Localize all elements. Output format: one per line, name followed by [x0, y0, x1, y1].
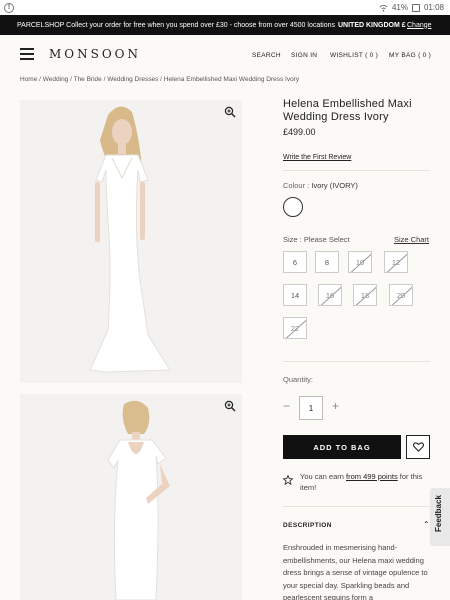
wifi-icon [379, 4, 388, 12]
feedback-tab[interactable]: Feedback [430, 488, 450, 546]
divider [283, 361, 430, 362]
product-image-back[interactable] [20, 394, 242, 600]
size-option-unavailable[interactable]: 12 [384, 251, 408, 273]
quantity-increase-button[interactable]: + [332, 399, 339, 413]
size-option-label: 10 [355, 257, 365, 267]
size-option-label: 20 [396, 290, 406, 300]
points-link[interactable]: from 499 points [346, 472, 398, 481]
size-option-unavailable[interactable]: 16 [318, 284, 342, 306]
nav-bag[interactable]: MY BAG ( 0 ) [389, 52, 431, 59]
nav-wishlist[interactable]: WISHLIST ( 0 ) [330, 52, 378, 59]
size-option[interactable]: 6 [283, 251, 307, 273]
site-logo[interactable]: MONSOON [49, 47, 141, 61]
dress-back-illustration [20, 394, 242, 600]
status-bar: ! 41% 01:08 [0, 0, 450, 16]
nav-search[interactable]: SEARCH [252, 52, 281, 59]
write-review-link[interactable]: Write the First Review [283, 154, 351, 161]
battery-level: 41% [391, 3, 408, 12]
description-heading[interactable]: DESCRIPTION [283, 522, 332, 529]
size-option[interactable]: 14 [283, 284, 307, 306]
colour-label: Colour : Ivory (IVORY) [283, 181, 358, 190]
divider [283, 170, 430, 171]
zoom-icon[interactable] [224, 106, 236, 118]
size-option-label: 6 [292, 257, 298, 267]
promo-bar[interactable]: PARCELSHOP Collect your order for free w… [0, 15, 450, 35]
quantity-decrease-button[interactable]: − [283, 399, 290, 413]
loyalty-points-text: You can earn from 499 points for this it… [300, 471, 430, 493]
menu-icon[interactable] [20, 48, 34, 60]
size-option-unavailable[interactable]: 10 [348, 251, 372, 273]
change-country-link[interactable]: Change [407, 22, 432, 29]
description-text: Enshrouded in mesmerising hand-embellish… [283, 543, 428, 600]
size-option-unavailable[interactable]: 22 [283, 317, 307, 339]
points-text-pre: You can earn [300, 472, 347, 481]
dress-front-illustration [20, 100, 242, 383]
add-to-wishlist-button[interactable] [406, 435, 430, 459]
status-right: 41% 01:08 [379, 3, 444, 12]
divider [283, 506, 430, 507]
size-option-label: 22 [290, 323, 300, 333]
clock: 01:08 [423, 3, 444, 12]
quantity-label: Quantity: [283, 375, 314, 384]
size-option-label: 12 [391, 257, 401, 267]
battery-icon [411, 3, 420, 12]
star-icon [283, 475, 293, 485]
zoom-icon[interactable] [224, 400, 236, 412]
size-option-unavailable[interactable]: 18 [353, 284, 377, 306]
country-selector[interactable]: UNITED KINGDOM £ [338, 22, 406, 29]
nav-signin[interactable]: SIGN IN [291, 52, 317, 59]
size-option-unavailable[interactable]: 20 [389, 284, 413, 306]
product-title: Helena Embellished Maxi Wedding Dress Iv… [283, 98, 412, 123]
colour-value: Ivory (IVORY) [311, 181, 358, 190]
alert-icon: ! [4, 3, 14, 13]
size-option-label: 18 [360, 290, 370, 300]
size-option[interactable]: 8 [315, 251, 339, 273]
breadcrumb[interactable]: Home / Wedding / The Bride / Wedding Dre… [20, 76, 299, 83]
product-price: £499.00 [283, 127, 316, 137]
size-option-label: 8 [324, 257, 330, 267]
size-option-label: 14 [290, 290, 300, 300]
feedback-label: Feedback [434, 495, 443, 532]
colour-label-text: Colour : [283, 181, 310, 190]
size-option-label: 16 [325, 290, 335, 300]
heart-icon [412, 442, 424, 452]
promo-text[interactable]: PARCELSHOP Collect your order for free w… [17, 22, 335, 29]
caret-up-icon[interactable]: ⌃ [423, 520, 430, 529]
quantity-input[interactable]: 1 [299, 396, 323, 420]
product-image-front[interactable] [20, 100, 242, 383]
site-header: MONSOON SEARCH SIGN IN WISHLIST ( 0 ) MY… [0, 35, 450, 75]
colour-swatch-ivory[interactable] [283, 197, 303, 217]
size-label: Size : Please Select [283, 235, 350, 244]
size-chart-link[interactable]: Size Chart [394, 235, 429, 244]
add-to-bag-button[interactable]: ADD TO BAG [283, 435, 401, 459]
